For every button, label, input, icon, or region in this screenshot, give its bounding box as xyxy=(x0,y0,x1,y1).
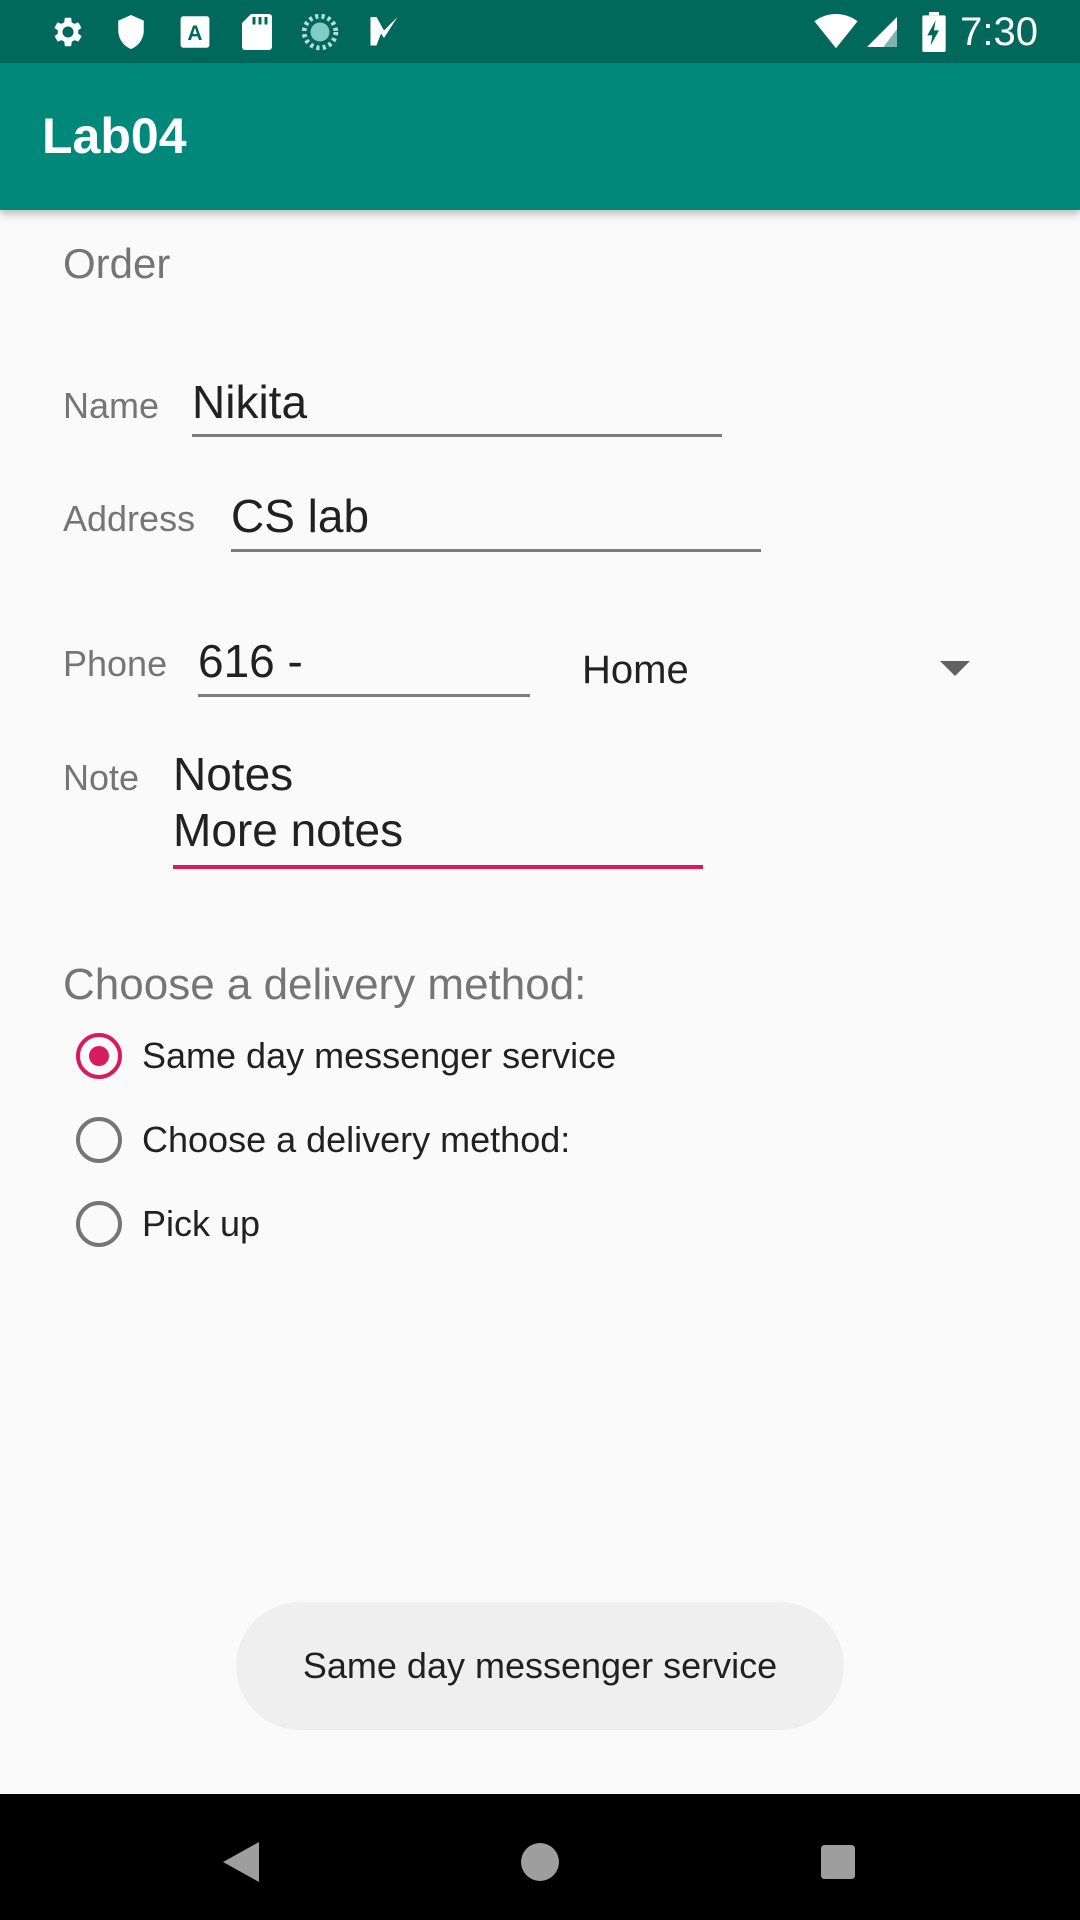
name-field-underline xyxy=(192,434,722,437)
name-field[interactable]: Nikita xyxy=(192,374,307,430)
radio-option-pick-up[interactable]: Pick up xyxy=(76,1194,260,1254)
phone-field-underline xyxy=(198,694,530,697)
radio-label: Same day messenger service xyxy=(142,1035,617,1076)
radio-button[interactable] xyxy=(76,1201,122,1247)
phone-type-spinner[interactable]: Home xyxy=(582,644,689,696)
radio-option-choose[interactable]: Choose a delivery method: xyxy=(76,1110,570,1170)
app-bar: Lab04 xyxy=(0,63,1080,210)
note-field-underline xyxy=(173,865,703,869)
wifi-icon xyxy=(813,12,859,52)
toast-message: Same day messenger service xyxy=(236,1602,844,1730)
note-field[interactable]: Notes More notes xyxy=(173,746,403,858)
radio-button-checked[interactable] xyxy=(76,1033,122,1079)
address-field[interactable]: CS lab xyxy=(231,488,369,544)
address-field-underline xyxy=(231,549,761,552)
phone-label: Phone xyxy=(63,643,168,684)
recents-icon[interactable] xyxy=(798,1822,878,1902)
radio-option-same-day[interactable]: Same day messenger service xyxy=(76,1026,616,1086)
phone-field[interactable]: 616 - xyxy=(198,633,303,689)
note-label: Note xyxy=(63,757,140,798)
order-section-title: Order xyxy=(63,240,171,287)
radio-label: Pick up xyxy=(142,1203,261,1244)
back-icon[interactable] xyxy=(201,1822,281,1902)
svg-text:A: A xyxy=(187,22,202,45)
tasks-icon xyxy=(364,12,404,52)
sd-card-icon xyxy=(237,12,277,52)
battery-charging-icon xyxy=(913,12,955,52)
sync-icon xyxy=(300,12,340,52)
shield-icon xyxy=(111,12,151,52)
navigation-bar xyxy=(0,1794,1080,1920)
dropdown-arrow-icon[interactable] xyxy=(940,661,970,676)
status-time: 7:30 xyxy=(960,10,1038,54)
app-title: Lab04 xyxy=(42,108,187,164)
home-icon[interactable] xyxy=(500,1822,580,1902)
settings-icon xyxy=(48,12,88,52)
status-bar: A 7:30 xyxy=(0,0,1080,63)
radio-label: Choose a delivery method: xyxy=(142,1119,571,1160)
name-label: Name xyxy=(63,385,160,426)
cell-signal-icon xyxy=(862,12,902,52)
font-icon: A xyxy=(175,12,215,52)
delivery-method-title: Choose a delivery method: xyxy=(63,960,587,1009)
radio-button[interactable] xyxy=(76,1117,122,1163)
address-label: Address xyxy=(63,498,196,539)
